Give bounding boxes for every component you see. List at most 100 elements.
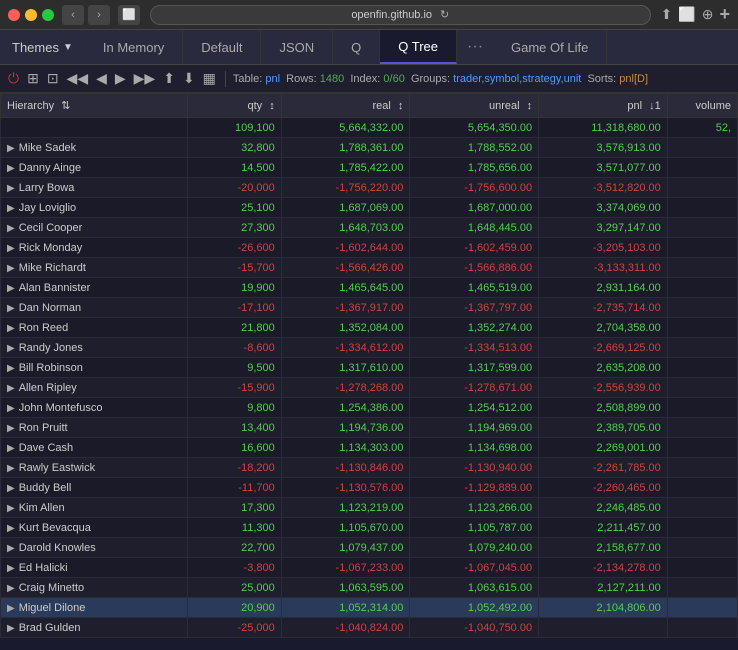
power-button[interactable]: ⏻: [6, 70, 21, 87]
col-qty-sort-icon[interactable]: ↕: [269, 100, 275, 112]
cell-pnl: -3,205,103.00: [539, 238, 668, 258]
expand-arrow[interactable]: ▶: [7, 463, 15, 474]
table-row[interactable]: ▶Buddy Bell-11,700-1,130,576.00-1,129,88…: [1, 478, 738, 498]
cell-volume: [667, 538, 737, 558]
table-row[interactable]: ▶Alan Bannister19,9001,465,645.001,465,5…: [1, 278, 738, 298]
sort-asc-button[interactable]: ⬆: [161, 70, 177, 87]
grid-button[interactable]: ▦: [201, 70, 218, 87]
expand-arrow[interactable]: ▶: [7, 223, 15, 234]
expand-arrow[interactable]: ▶: [7, 563, 15, 574]
expand-arrow[interactable]: ▶: [7, 323, 15, 334]
table-row[interactable]: ▶Brad Gulden-25,000-1,040,824.00-1,040,7…: [1, 618, 738, 638]
table-row[interactable]: ▶Ed Halicki-3,800-1,067,233.00-1,067,045…: [1, 558, 738, 578]
tab-in-memory[interactable]: In Memory: [85, 30, 183, 64]
new-tab-icon[interactable]: +: [719, 4, 730, 25]
themes-button[interactable]: Themes ▼: [0, 30, 85, 64]
table-row[interactable]: ▶Jay Loviglio25,1001,687,069.001,687,000…: [1, 198, 738, 218]
table-row[interactable]: ▶Cecil Cooper27,3001,648,703.001,648,445…: [1, 218, 738, 238]
table-row[interactable]: 109,1005,664,332.005,654,350.0011,318,68…: [1, 118, 738, 138]
table-row[interactable]: ▶Darold Knowles22,7001,079,437.001,079,2…: [1, 538, 738, 558]
table-row[interactable]: ▶Larry Bowa-20,000-1,756,220.00-1,756,60…: [1, 178, 738, 198]
table-row[interactable]: ▶Allen Ripley-15,900-1,278,268.00-1,278,…: [1, 378, 738, 398]
tab-q[interactable]: Q: [333, 30, 380, 64]
tab-game-of-life[interactable]: Game Of Life: [493, 30, 607, 64]
expand-arrow[interactable]: ▶: [7, 383, 15, 394]
col-header-real[interactable]: real ↕: [281, 94, 410, 118]
table-row[interactable]: ▶Danny Ainge14,5001,785,422.001,785,656.…: [1, 158, 738, 178]
table-row[interactable]: ▶Mike Sadek32,8001,788,361.001,788,552.0…: [1, 138, 738, 158]
cell-qty: 27,300: [188, 218, 282, 238]
columns-button[interactable]: ⊞: [25, 70, 41, 87]
expand-arrow[interactable]: ▶: [7, 543, 15, 554]
bookmark-icon[interactable]: ⬜: [678, 6, 695, 23]
expand-arrow[interactable]: ▶: [7, 163, 15, 174]
title-bar-left: ‹ › ⬜: [8, 5, 140, 25]
prev-button[interactable]: ◀◀: [65, 70, 91, 87]
tab-json[interactable]: JSON: [261, 30, 333, 64]
filter-button[interactable]: ⊡: [45, 70, 61, 87]
expand-arrow[interactable]: ▶: [7, 483, 15, 494]
expand-arrow[interactable]: ▶: [7, 623, 15, 634]
forward-button[interactable]: ›: [88, 5, 110, 25]
expand-arrow[interactable]: ▶: [7, 243, 15, 254]
table-row[interactable]: ▶Rick Monday-26,600-1,602,644.00-1,602,4…: [1, 238, 738, 258]
table-row[interactable]: ▶Miguel Dilone20,9001,052,314.001,052,49…: [1, 598, 738, 618]
expand-arrow[interactable]: ▶: [7, 423, 15, 434]
expand-arrow[interactable]: ▶: [7, 403, 15, 414]
col-pnl-label: pnl: [627, 100, 642, 112]
table-row[interactable]: ▶Kurt Bevacqua11,3001,105,670.001,105,78…: [1, 518, 738, 538]
cell-volume: [667, 338, 737, 358]
sort-desc-button[interactable]: ⬇: [181, 70, 197, 87]
step-forward-button[interactable]: ▶: [113, 70, 128, 87]
expand-arrow[interactable]: ▶: [7, 343, 15, 354]
table-row[interactable]: ▶Dave Cash16,6001,134,303.001,134,698.00…: [1, 438, 738, 458]
table-row[interactable]: ▶John Montefusco9,8001,254,386.001,254,5…: [1, 398, 738, 418]
expand-arrow[interactable]: ▶: [7, 263, 15, 274]
expand-arrow[interactable]: ▶: [7, 583, 15, 594]
table-row[interactable]: ▶Bill Robinson9,5001,317,610.001,317,599…: [1, 358, 738, 378]
tab-q-tree[interactable]: Q Tree: [380, 30, 457, 64]
table-row[interactable]: ▶Rawly Eastwick-18,200-1,130,846.00-1,13…: [1, 458, 738, 478]
expand-arrow[interactable]: ▶: [7, 283, 15, 294]
table-row[interactable]: ▶Ron Reed21,8001,352,084.001,352,274.002…: [1, 318, 738, 338]
col-header-unreal[interactable]: unreal ↕: [410, 94, 539, 118]
table-row[interactable]: ▶Craig Minetto25,0001,063,595.001,063,61…: [1, 578, 738, 598]
expand-arrow[interactable]: ▶: [7, 143, 15, 154]
url-bar[interactable]: openfin.github.io ↻: [150, 5, 651, 25]
col-header-hierarchy[interactable]: Hierarchy ⇅: [1, 94, 188, 118]
expand-arrow[interactable]: ▶: [7, 183, 15, 194]
rows-label: Rows:: [286, 73, 317, 85]
share-icon[interactable]: ⬆: [661, 6, 673, 23]
reload-icon[interactable]: ↻: [440, 8, 449, 21]
expand-arrow[interactable]: ▶: [7, 443, 15, 454]
next-button[interactable]: ▶▶: [132, 70, 158, 87]
col-header-volume[interactable]: volume: [667, 94, 737, 118]
col-hierarchy-sort[interactable]: ⇅: [61, 100, 70, 112]
table-row[interactable]: ▶Randy Jones-8,600-1,334,612.00-1,334,51…: [1, 338, 738, 358]
tab-default[interactable]: Default: [183, 30, 261, 64]
table-row[interactable]: ▶Dan Norman-17,100-1,367,917.00-1,367,79…: [1, 298, 738, 318]
table-row[interactable]: ▶Kim Allen17,3001,123,219.001,123,266.00…: [1, 498, 738, 518]
minimize-dot[interactable]: [25, 9, 37, 21]
step-back-button[interactable]: ◀: [94, 70, 109, 87]
expand-arrow[interactable]: ▶: [7, 603, 15, 614]
table-row[interactable]: ▶Mike Richardt-15,700-1,566,426.00-1,566…: [1, 258, 738, 278]
close-dot[interactable]: [8, 9, 20, 21]
col-real-sort-icon[interactable]: ↕: [398, 100, 404, 112]
back-button[interactable]: ‹: [62, 5, 84, 25]
col-pnl-sort-icon[interactable]: ↓1: [649, 100, 661, 112]
expand-arrow[interactable]: ▶: [7, 363, 15, 374]
expand-arrow[interactable]: ▶: [7, 523, 15, 534]
table-row[interactable]: ▶Ron Pruitt13,4001,194,736.001,194,969.0…: [1, 418, 738, 438]
window-size-button[interactable]: ⬜: [118, 5, 140, 25]
expand-arrow[interactable]: ▶: [7, 503, 15, 514]
cell-pnl: [539, 618, 668, 638]
expand-arrow[interactable]: ▶: [7, 303, 15, 314]
extensions-icon[interactable]: ⊕: [702, 6, 714, 23]
col-unreal-sort-icon[interactable]: ↕: [527, 100, 533, 112]
maximize-dot[interactable]: [42, 9, 54, 21]
cell-volume: [667, 378, 737, 398]
expand-arrow[interactable]: ▶: [7, 203, 15, 214]
col-header-pnl[interactable]: pnl ↓1: [539, 94, 668, 118]
col-header-qty[interactable]: qty ↕: [188, 94, 282, 118]
